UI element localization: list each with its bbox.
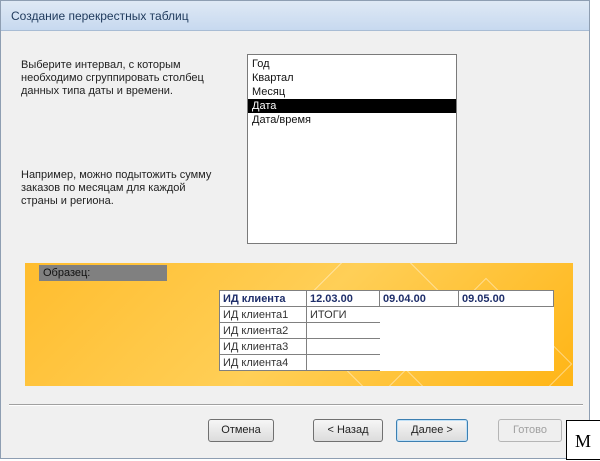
sample-label: Образец: <box>39 265 167 281</box>
table-cell <box>306 322 380 339</box>
table-cell <box>380 355 459 371</box>
table-row: ИД клиента1 ИТОГИ <box>219 306 554 323</box>
table-row: ИД клиента3 <box>219 338 554 355</box>
table-cell <box>459 355 554 371</box>
table-cell <box>380 339 459 355</box>
interval-option-datetime[interactable]: Дата/время <box>248 113 456 127</box>
table-cell <box>306 354 380 371</box>
interval-prompt-text: Выберите интервал, с которым необходимо … <box>21 59 204 97</box>
interval-option-quarter[interactable]: Квартал <box>248 71 456 85</box>
example-text: Например, можно подытожить сумму заказов… <box>21 169 212 207</box>
interval-listbox[interactable]: Год Квартал Месяц Дата Дата/время <box>247 54 457 244</box>
table-header-row: ИД клиента 12.03.00 09.04.00 09.05.00 <box>219 290 554 307</box>
table-row: ИД клиента2 <box>219 322 554 339</box>
sample-preview-panel: Образец: ИД клиента 12.03.00 09.04.00 09… <box>25 263 573 386</box>
window-title: Создание перекрестных таблиц <box>11 9 189 23</box>
table-cell <box>459 323 554 339</box>
table-cell <box>380 307 459 323</box>
next-button[interactable]: Далее > <box>396 419 468 442</box>
back-button[interactable]: < Назад <box>313 419 383 442</box>
table-cell <box>459 307 554 323</box>
title-bar: Создание перекрестных таблиц <box>1 1 589 31</box>
interval-option-year[interactable]: Год <box>248 57 456 71</box>
column-header: 09.04.00 <box>379 290 459 307</box>
finish-button[interactable]: Готово <box>498 419 562 442</box>
interval-option-date[interactable]: Дата <box>248 99 456 113</box>
cancel-button[interactable]: Отмена <box>208 419 274 442</box>
table-cell: ИД клиента1 <box>219 306 307 323</box>
table-cell: ИД клиента2 <box>219 322 307 339</box>
table-cell: ИД клиента4 <box>219 354 307 371</box>
clipped-overlay-text: М <box>566 420 600 460</box>
table-cell: ИД клиента3 <box>219 338 307 355</box>
footer-divider <box>9 404 583 406</box>
table-row: ИД клиента4 <box>219 354 554 371</box>
column-header: ИД клиента <box>219 290 307 307</box>
crosstab-wizard-window: Создание перекрестных таблиц Выберите ин… <box>0 0 590 459</box>
table-cell <box>459 339 554 355</box>
table-cell <box>380 323 459 339</box>
table-cell: ИТОГИ <box>306 306 380 323</box>
column-header: 09.05.00 <box>458 290 554 307</box>
interval-option-month[interactable]: Месяц <box>248 85 456 99</box>
table-cell <box>306 338 380 355</box>
column-header: 12.03.00 <box>306 290 380 307</box>
sample-crosstab-table: ИД клиента 12.03.00 09.04.00 09.05.00 ИД… <box>219 290 554 371</box>
